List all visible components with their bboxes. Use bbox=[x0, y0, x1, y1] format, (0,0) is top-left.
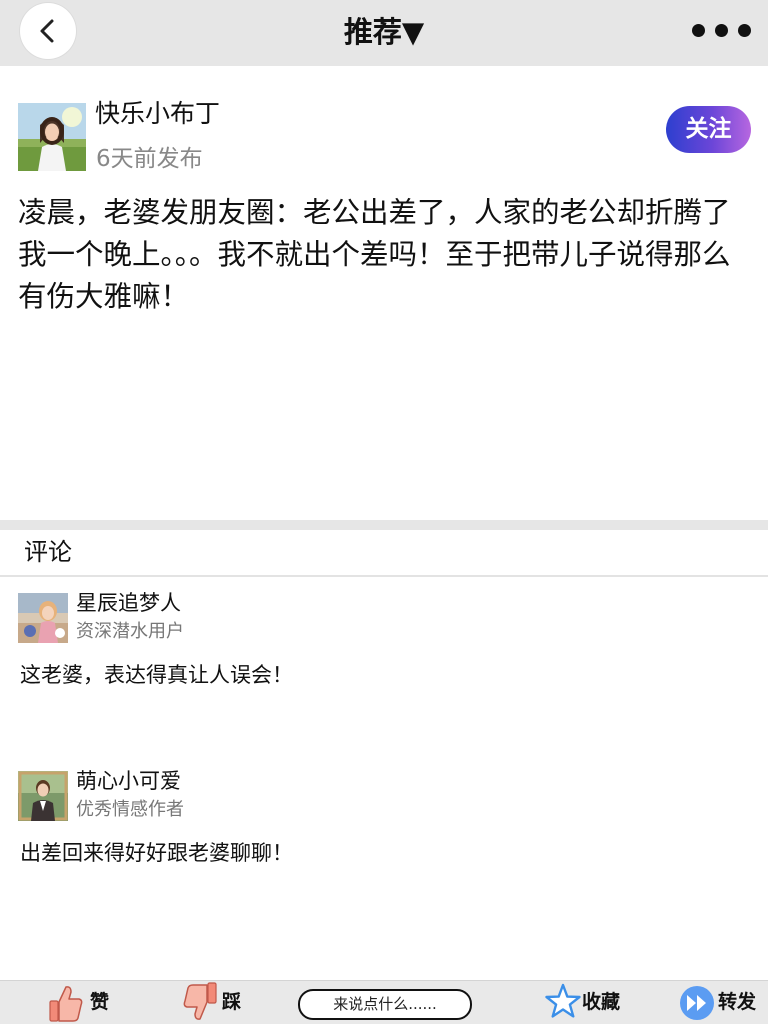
more-dots-icon bbox=[738, 24, 751, 37]
comment-text: 出差回来得好好跟老婆聊聊！ bbox=[20, 841, 293, 865]
star-icon bbox=[545, 983, 581, 1018]
post-content: 凌晨，老婆发朋友圈：老公出差了，人家的老公却折腾了我一个晚上。。。我不就出个差吗… bbox=[18, 196, 731, 313]
post-time: 6天前发布 bbox=[96, 146, 203, 172]
favorite-button[interactable]: 收藏 bbox=[544, 981, 634, 1024]
commenter-role: 优秀情感作者 bbox=[76, 799, 184, 820]
favorite-label: 收藏 bbox=[582, 991, 621, 1013]
top-nav-bar: 推荐▼ bbox=[0, 0, 768, 66]
commenter-avatar[interactable] bbox=[18, 593, 68, 643]
comment-item: 星辰追梦人 资深潜水用户 这老婆，表达得真让人误会！ bbox=[0, 591, 768, 753]
commenter-name[interactable]: 星辰追梦人 bbox=[76, 587, 181, 619]
commenter-role: 资深潜水用户 bbox=[76, 621, 184, 642]
comment-item: 萌心小可爱 优秀情感作者 出差回来得好好跟老婆聊聊！ bbox=[0, 769, 768, 931]
dislike-label: 踩 bbox=[222, 991, 242, 1013]
more-dots-icon bbox=[715, 24, 728, 37]
commenter-name[interactable]: 萌心小可爱 bbox=[76, 765, 181, 797]
post-detail-page: 推荐▼ 快乐小布丁 6天前发布 关注 凌晨，老婆发朋友圈：老公出差了，人家的老公… bbox=[0, 0, 768, 1024]
bottom-action-bar: 赞 踩 来说点什么...... 收藏 转发 bbox=[0, 980, 768, 1024]
comment-text: 这老婆，表达得真让人误会！ bbox=[20, 663, 293, 687]
author-name[interactable]: 快乐小布丁 bbox=[95, 96, 220, 132]
thumbs-down-icon bbox=[183, 982, 217, 1020]
share-button[interactable]: 转发 bbox=[678, 981, 764, 1024]
like-button[interactable]: 赞 bbox=[46, 981, 116, 1024]
page-title[interactable]: 推荐▼ bbox=[0, 12, 768, 52]
share-label: 转发 bbox=[718, 991, 757, 1013]
comment-input[interactable]: 来说点什么...... bbox=[298, 989, 472, 1020]
divider bbox=[0, 575, 768, 577]
more-button[interactable] bbox=[690, 20, 754, 40]
commenter-avatar[interactable] bbox=[18, 771, 68, 821]
dislike-button[interactable]: 踩 bbox=[180, 981, 250, 1024]
thumbs-up-icon bbox=[49, 986, 83, 1022]
like-label: 赞 bbox=[90, 991, 110, 1013]
section-divider bbox=[0, 520, 768, 530]
comments-title: 评论 bbox=[24, 538, 72, 566]
more-dots-icon bbox=[692, 24, 705, 37]
author-avatar[interactable] bbox=[18, 103, 86, 171]
forward-icon bbox=[680, 986, 714, 1020]
follow-button[interactable]: 关注 bbox=[666, 106, 751, 153]
